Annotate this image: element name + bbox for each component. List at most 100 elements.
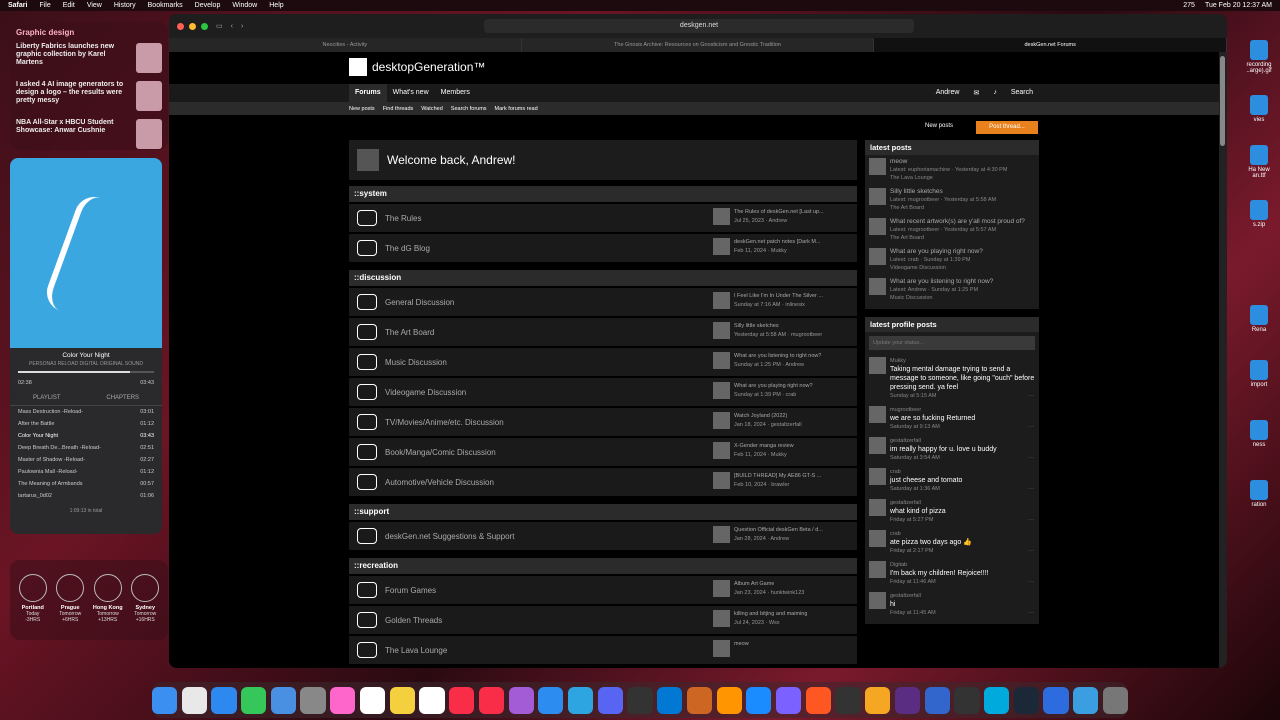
more-options-icon[interactable]: ···	[1028, 485, 1034, 493]
nav-whats-new[interactable]: What's new	[387, 84, 435, 102]
menu-develop[interactable]: Develop	[195, 2, 221, 9]
forum-node[interactable]: Automotive/Vehicle Discussion [BUILD THRE…	[349, 468, 857, 496]
nav-forums[interactable]: Forums	[349, 84, 387, 102]
close-icon[interactable]	[177, 22, 184, 30]
last-post[interactable]: What are you listening to right now? Sund…	[713, 352, 849, 370]
dock-app-icon[interactable]	[300, 686, 326, 714]
dock-app-icon[interactable]	[627, 686, 653, 714]
scrollbar[interactable]	[1219, 52, 1227, 668]
forum-node[interactable]: Book/Manga/Comic Discussion X-Gender mang…	[349, 438, 857, 466]
status-counter[interactable]: 275	[1183, 2, 1195, 9]
last-post-title[interactable]: meow	[734, 640, 749, 649]
dock-app-icon[interactable]	[211, 686, 237, 714]
latest-post-forum[interactable]: Videogame Discussion	[890, 264, 983, 272]
more-options-icon[interactable]: ···	[1028, 578, 1034, 586]
news-item[interactable]: I asked 4 AI image generators to design …	[16, 81, 162, 111]
profile-post-date[interactable]: Saturday at 3:54 AM	[890, 454, 997, 462]
avatar[interactable]	[869, 530, 886, 547]
subnav-watched[interactable]: Watched	[421, 106, 443, 112]
profile-post-user[interactable]: crab	[890, 530, 972, 538]
desktop-file[interactable]: recording ..arge).gif	[1242, 40, 1276, 74]
subnav-search-forums[interactable]: Search forums	[451, 106, 487, 112]
browser-tab[interactable]: The Gnosis Archive: Resources on Gnostic…	[522, 38, 875, 52]
dock-app-icon[interactable]	[1073, 686, 1099, 714]
nav-members[interactable]: Members	[435, 84, 476, 102]
profile-post-date[interactable]: Friday at 11:46 AM	[890, 578, 989, 586]
site-logo[interactable]: desktopGeneration™	[349, 58, 485, 76]
latest-post-item[interactable]: What are you listening to right now? Late…	[865, 275, 1039, 305]
menu-view[interactable]: View	[87, 2, 102, 9]
dock-app-icon[interactable]	[894, 686, 921, 714]
menu-edit[interactable]: Edit	[63, 2, 75, 9]
dock-app-icon[interactable]	[865, 686, 891, 714]
profile-post-date[interactable]: Saturday at 1:36 AM	[890, 485, 962, 493]
dock-app-icon[interactable]	[241, 686, 267, 714]
avatar[interactable]	[357, 149, 379, 171]
profile-post-date[interactable]: Saturday at 9:13 AM	[890, 423, 975, 431]
last-post-title[interactable]: The Rules of deskGen.net [Last up...	[734, 208, 824, 217]
forum-node[interactable]: Forum Games Album Art Game Jan 23, 2024 · …	[349, 576, 857, 604]
more-options-icon[interactable]: ···	[1028, 547, 1034, 555]
forum-node[interactable]: Golden Threads killing and bitjing and ma…	[349, 606, 857, 634]
address-bar[interactable]: deskgen.net	[484, 19, 914, 33]
status-input[interactable]: Update your status...	[869, 336, 1035, 350]
track-row-active[interactable]: Color Your Night 03:43	[10, 430, 162, 442]
latest-post-forum[interactable]: The Lava Lounge	[890, 174, 1007, 182]
last-post-title[interactable]: What are you listening to right now?	[734, 352, 821, 361]
avatar[interactable]	[869, 468, 886, 485]
app-menu[interactable]: Safari	[8, 2, 27, 9]
profile-post-user[interactable]: gestaltzerfall	[890, 499, 946, 507]
last-post[interactable]: [BUILD THREAD] My AE86 GT-S ... Feb 10, 2…	[713, 472, 849, 490]
forum-node[interactable]: General Discussion I Feel Like I'm In Und…	[349, 288, 857, 316]
latest-post-item[interactable]: What recent artwork(s) are y'all most pr…	[865, 215, 1039, 245]
forward-icon[interactable]: ›	[241, 23, 243, 30]
news-item[interactable]: Liberty Fabrics launches new graphic col…	[16, 43, 162, 73]
track-row[interactable]: The Meaning of Armbands 00:57	[10, 478, 162, 490]
forum-node[interactable]: The Rules The Rules of deskGen.net [Last …	[349, 204, 857, 232]
more-options-icon[interactable]: ···	[1028, 423, 1034, 431]
profile-post-user[interactable]: Digitab	[890, 561, 989, 569]
latest-post-item[interactable]: What are you playing right now? Latest: c…	[865, 245, 1039, 275]
dock-app-icon[interactable]	[954, 686, 980, 714]
browser-tab[interactable]: Neocities - Activity	[169, 38, 522, 52]
profile-post-user[interactable]: gestaltzerfall	[890, 437, 997, 445]
profile-post-date[interactable]: Friday at 5:27 PM	[890, 516, 946, 524]
dock-app-icon[interactable]	[151, 686, 178, 714]
desktop-file[interactable]: ness	[1242, 420, 1276, 448]
dock-app-icon[interactable]	[775, 686, 802, 714]
profile-post-date[interactable]: Friday at 2:17 PM	[890, 547, 972, 555]
track-row[interactable]: Master of Shadow -Reload- 02:27	[10, 454, 162, 466]
last-post-title[interactable]: Question Official deskGen Beta / d...	[734, 526, 823, 535]
last-post[interactable]: X-Gender manga review Feb 11, 2024 · Mukk…	[713, 442, 849, 460]
profile-post-date[interactable]: Sunday at 5:15 AM	[890, 392, 1035, 400]
avatar[interactable]	[869, 499, 886, 516]
avatar[interactable]	[869, 437, 886, 454]
last-post-title[interactable]: What are you playing right now?	[734, 382, 813, 391]
profile-post-user[interactable]: gestaltzerfall	[890, 592, 936, 600]
desktop-file[interactable]: import	[1242, 360, 1276, 388]
dock-app-icon[interactable]	[419, 686, 445, 714]
forum-node[interactable]: The dG Blog deskGen.net patch notes [Dark…	[349, 234, 857, 262]
dock-app-icon[interactable]	[1102, 686, 1129, 714]
track-row[interactable]: Deep Breath De...Breath -Reload- 02:51	[10, 442, 162, 454]
minimize-icon[interactable]	[189, 22, 196, 30]
last-post-title[interactable]: Silly little sketches	[734, 322, 822, 331]
forum-node[interactable]: deskGen.net Suggestions & Support Questio…	[349, 522, 857, 550]
sidebar-icon[interactable]: ▭	[216, 22, 223, 30]
dock-app-icon[interactable]	[389, 686, 415, 714]
profile-post-user[interactable]: crab	[890, 468, 962, 476]
menubar-clock[interactable]: Tue Feb 20 12:37 AM	[1205, 2, 1272, 9]
desktop-file[interactable]: Rena	[1242, 305, 1276, 333]
latest-post-title[interactable]: What are you listening to right now?	[890, 278, 993, 286]
desktop-file[interactable]: vies	[1242, 95, 1276, 123]
dock-app-icon[interactable]	[657, 686, 683, 714]
menu-file[interactable]: File	[39, 2, 50, 9]
menu-history[interactable]: History	[114, 2, 136, 9]
search-button[interactable]: Search	[1011, 89, 1033, 97]
last-post[interactable]: The Rules of deskGen.net [Last up... Jul …	[713, 208, 849, 226]
browser-tab-active[interactable]: deskGen.net Forums	[874, 38, 1227, 52]
latest-post-title[interactable]: meow	[890, 158, 1007, 166]
desktop-file[interactable]: Ha New an.ttf	[1242, 145, 1276, 179]
last-post-title[interactable]: [BUILD THREAD] My AE86 GT-S ...	[734, 472, 821, 481]
dock-app-icon[interactable]	[597, 686, 623, 714]
